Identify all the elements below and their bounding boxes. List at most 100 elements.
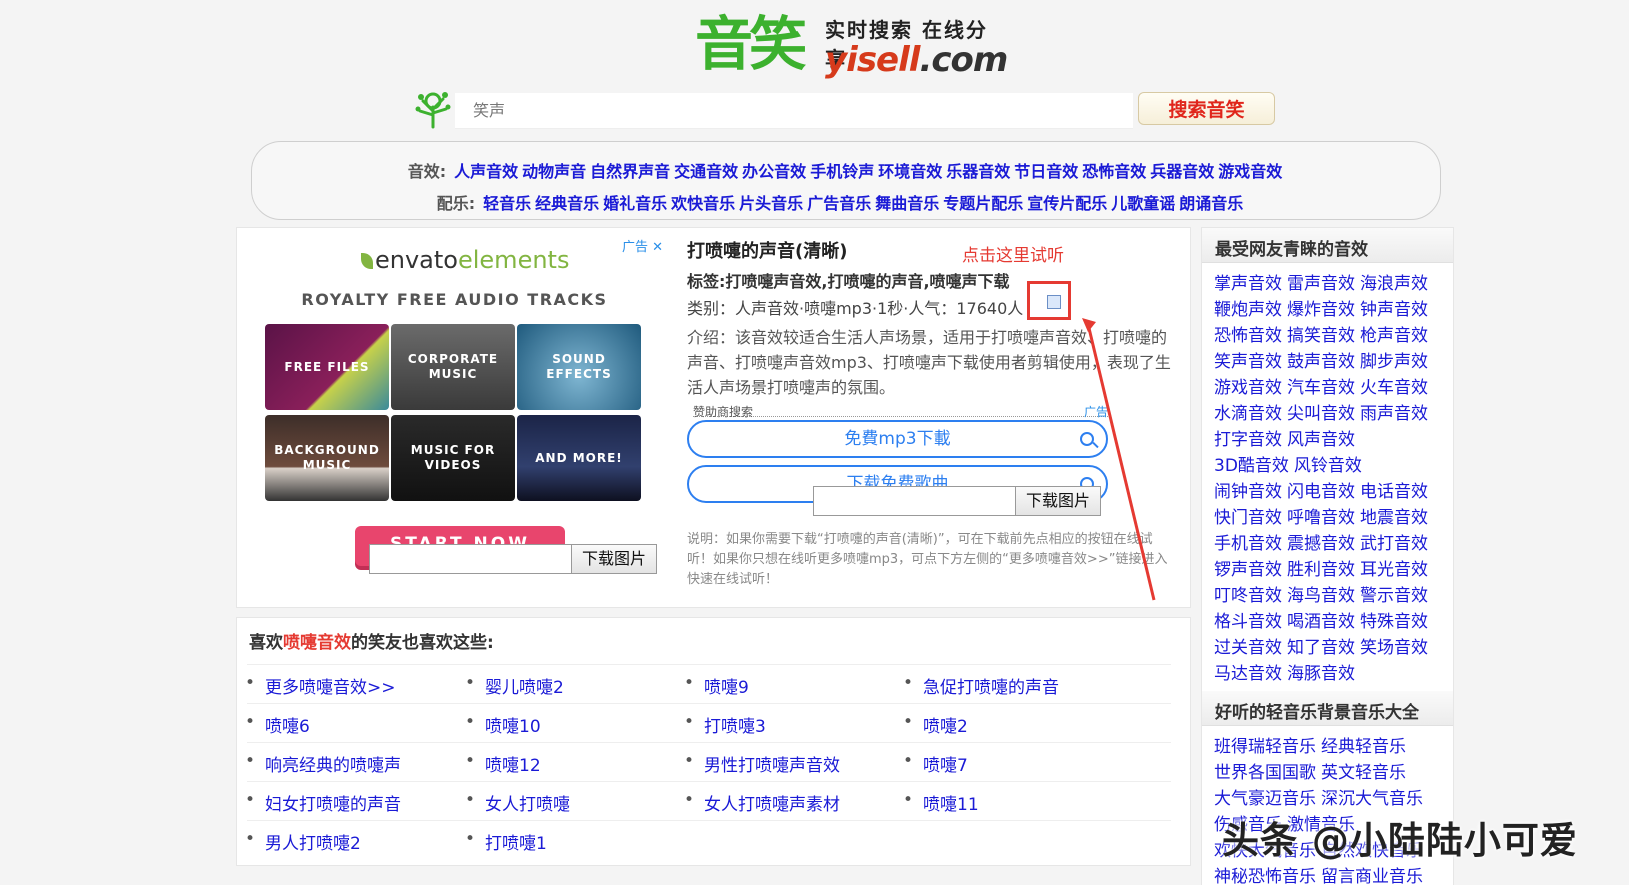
nav-link[interactable]: 自然界声音 [590, 162, 670, 181]
related-link[interactable]: 更多喷嚏音效>> [245, 673, 395, 698]
sidebar-link[interactable]: 恐怖音效 [1214, 326, 1282, 346]
sidebar-link[interactable]: 汽车音效 [1287, 378, 1355, 398]
sidebar-link[interactable]: 海浪声效 [1360, 274, 1428, 294]
related-link[interactable]: 喷嚏12 [465, 751, 541, 776]
sidebar-link[interactable]: 神秘恐怖音乐 [1214, 867, 1316, 885]
sidebar-link[interactable]: 警示音效 [1360, 586, 1428, 606]
sidebar-link[interactable]: 英文轻音乐 [1321, 763, 1406, 783]
related-link[interactable]: 男性打喷嚏声音效 [684, 751, 840, 776]
sidebar-link[interactable]: 特殊音效 [1360, 612, 1428, 632]
sidebar-link[interactable]: 世界各国国歌 [1214, 763, 1316, 783]
sidebar-link[interactable]: 叮咚音效 [1214, 586, 1282, 606]
sidebar-link[interactable]: 留言商业音乐 [1321, 867, 1423, 885]
download-image-button[interactable]: 下载图片 [571, 544, 657, 574]
sidebar-link[interactable]: 喝酒音效 [1287, 612, 1355, 632]
sidebar-link[interactable]: 闹钟音效 [1214, 482, 1282, 502]
close-icon[interactable]: ✕ [652, 240, 663, 255]
sidebar-link[interactable]: 手机音效 [1214, 534, 1282, 554]
sidebar-link[interactable]: 打字音效 [1214, 430, 1282, 450]
sidebar-link[interactable]: 尖叫音效 [1287, 404, 1355, 424]
sidebar-link[interactable]: 火车音效 [1360, 378, 1428, 398]
ad-tile-free-files[interactable]: FREE FILES [265, 324, 389, 410]
sidebar-link[interactable]: 深沉大气音乐 [1321, 789, 1423, 809]
sidebar-link[interactable]: 经典轻音乐 [1321, 737, 1406, 757]
related-link[interactable]: 男人打喷嚏2 [245, 829, 361, 854]
sidebar-link[interactable]: 搞笑音效 [1287, 326, 1355, 346]
sidebar-link[interactable]: 鞭炮声效 [1214, 300, 1282, 320]
nav-link[interactable]: 儿歌童谣 [1111, 194, 1175, 213]
nav-link[interactable]: 恐怖音效 [1082, 162, 1146, 181]
search-input[interactable] [455, 93, 1133, 129]
sidebar-link[interactable]: 游戏音效 [1214, 378, 1282, 398]
site-logo[interactable]: 音笑 实时搜索 在线分享 yisell.com [695, 10, 1008, 80]
related-link[interactable]: 喷嚏6 [245, 712, 310, 737]
sidebar-link[interactable]: 风铃音效 [1294, 456, 1362, 476]
nav-link[interactable]: 交通音效 [674, 162, 738, 181]
sidebar-link[interactable]: 海豚音效 [1287, 664, 1355, 684]
nav-link[interactable]: 婚礼音乐 [603, 194, 667, 213]
nav-link[interactable]: 游戏音效 [1218, 162, 1282, 181]
sidebar-link[interactable]: 风声音效 [1287, 430, 1355, 450]
search-button[interactable]: 搜索音笑 [1138, 92, 1275, 125]
ad-tile-corporate-music[interactable]: CORPORATE MUSIC [391, 324, 515, 410]
nav-link[interactable]: 轻音乐 [483, 194, 531, 213]
nav-link[interactable]: 舞曲音乐 [875, 194, 939, 213]
download-image-input[interactable] [813, 486, 1015, 516]
sidebar-link[interactable]: 胜利音效 [1287, 560, 1355, 580]
related-link[interactable]: 喷嚏2 [903, 712, 968, 737]
sidebar-link[interactable]: 格斗音效 [1214, 612, 1282, 632]
sidebar-link[interactable]: 武打音效 [1360, 534, 1428, 554]
nav-link[interactable]: 动物声音 [522, 162, 586, 181]
sidebar-link[interactable]: 钟声音效 [1360, 300, 1428, 320]
sidebar-link[interactable]: 知了音效 [1287, 638, 1355, 658]
ad-tile-and-more[interactable]: AND MORE! [517, 415, 641, 501]
related-link[interactable]: 打喷嚏3 [684, 712, 766, 737]
sidebar-link[interactable]: 水滴音效 [1214, 404, 1282, 424]
sidebar-link[interactable]: 锣声音效 [1214, 560, 1282, 580]
nav-link[interactable]: 手机铃声 [810, 162, 874, 181]
related-link[interactable]: 喷嚏10 [465, 712, 541, 737]
nav-link[interactable]: 环境音效 [878, 162, 942, 181]
nav-link[interactable]: 广告音乐 [807, 194, 871, 213]
sidebar-link[interactable]: 闪电音效 [1287, 482, 1355, 502]
ad-label[interactable]: 广告 ✕ [622, 236, 663, 255]
nav-link[interactable]: 兵器音效 [1150, 162, 1214, 181]
sidebar-link[interactable]: 笑声音效 [1214, 352, 1282, 372]
related-link[interactable]: 喷嚏9 [684, 673, 749, 698]
sidebar-link[interactable]: 掌声音效 [1214, 274, 1282, 294]
sidebar-link[interactable]: 耳光音效 [1360, 560, 1428, 580]
related-link[interactable]: 急促打喷嚏的声音 [903, 673, 1059, 698]
related-link[interactable]: 打喷嚏1 [465, 829, 547, 854]
nav-link[interactable]: 人声音效 [454, 162, 518, 181]
sidebar-link[interactable]: 马达音效 [1214, 664, 1282, 684]
sidebar-link[interactable]: 电话音效 [1360, 482, 1428, 502]
sidebar-link[interactable]: 枪声音效 [1360, 326, 1428, 346]
nav-link[interactable]: 宣传片配乐 [1027, 194, 1107, 213]
sidebar-link[interactable]: 3D酷音效 [1214, 456, 1289, 476]
nav-link[interactable]: 片头音乐 [739, 194, 803, 213]
related-link[interactable]: 妇女打喷嚏的声音 [245, 790, 401, 815]
nav-link[interactable]: 乐器音效 [946, 162, 1010, 181]
sidebar-link[interactable]: 雷声音效 [1287, 274, 1355, 294]
sidebar-link[interactable]: 爆炸音效 [1287, 300, 1355, 320]
ad-tile-sound-effects[interactable]: SOUND EFFECTS [517, 324, 641, 410]
sidebar-link[interactable]: 过关音效 [1214, 638, 1282, 658]
nav-link[interactable]: 经典音乐 [535, 194, 599, 213]
sidebar-link[interactable]: 震撼音效 [1287, 534, 1355, 554]
sidebar-link[interactable]: 地震音效 [1360, 508, 1428, 528]
download-image-input[interactable] [369, 544, 571, 574]
sidebar-link[interactable]: 海鸟音效 [1287, 586, 1355, 606]
nav-link[interactable]: 欢快音乐 [671, 194, 735, 213]
related-link[interactable]: 女人打喷嚏 [465, 790, 570, 815]
related-link[interactable]: 喷嚏7 [903, 751, 968, 776]
free-mp3-download-link[interactable]: 免費mp3下載 [687, 420, 1108, 458]
sidebar-link[interactable]: 雨声音效 [1360, 404, 1428, 424]
sidebar-link[interactable]: 班得瑞轻音乐 [1214, 737, 1316, 757]
ad-tile-music-for-videos[interactable]: MUSIC FOR VIDEOS [391, 415, 515, 501]
related-link[interactable]: 喷嚏11 [903, 790, 979, 815]
nav-link[interactable]: 专题片配乐 [943, 194, 1023, 213]
sidebar-link[interactable]: 大气豪迈音乐 [1214, 789, 1316, 809]
sidebar-link[interactable]: 鼓声音效 [1287, 352, 1355, 372]
related-link[interactable]: 响亮经典的喷嚏声 [245, 751, 401, 776]
sidebar-link[interactable]: 呼噜音效 [1287, 508, 1355, 528]
